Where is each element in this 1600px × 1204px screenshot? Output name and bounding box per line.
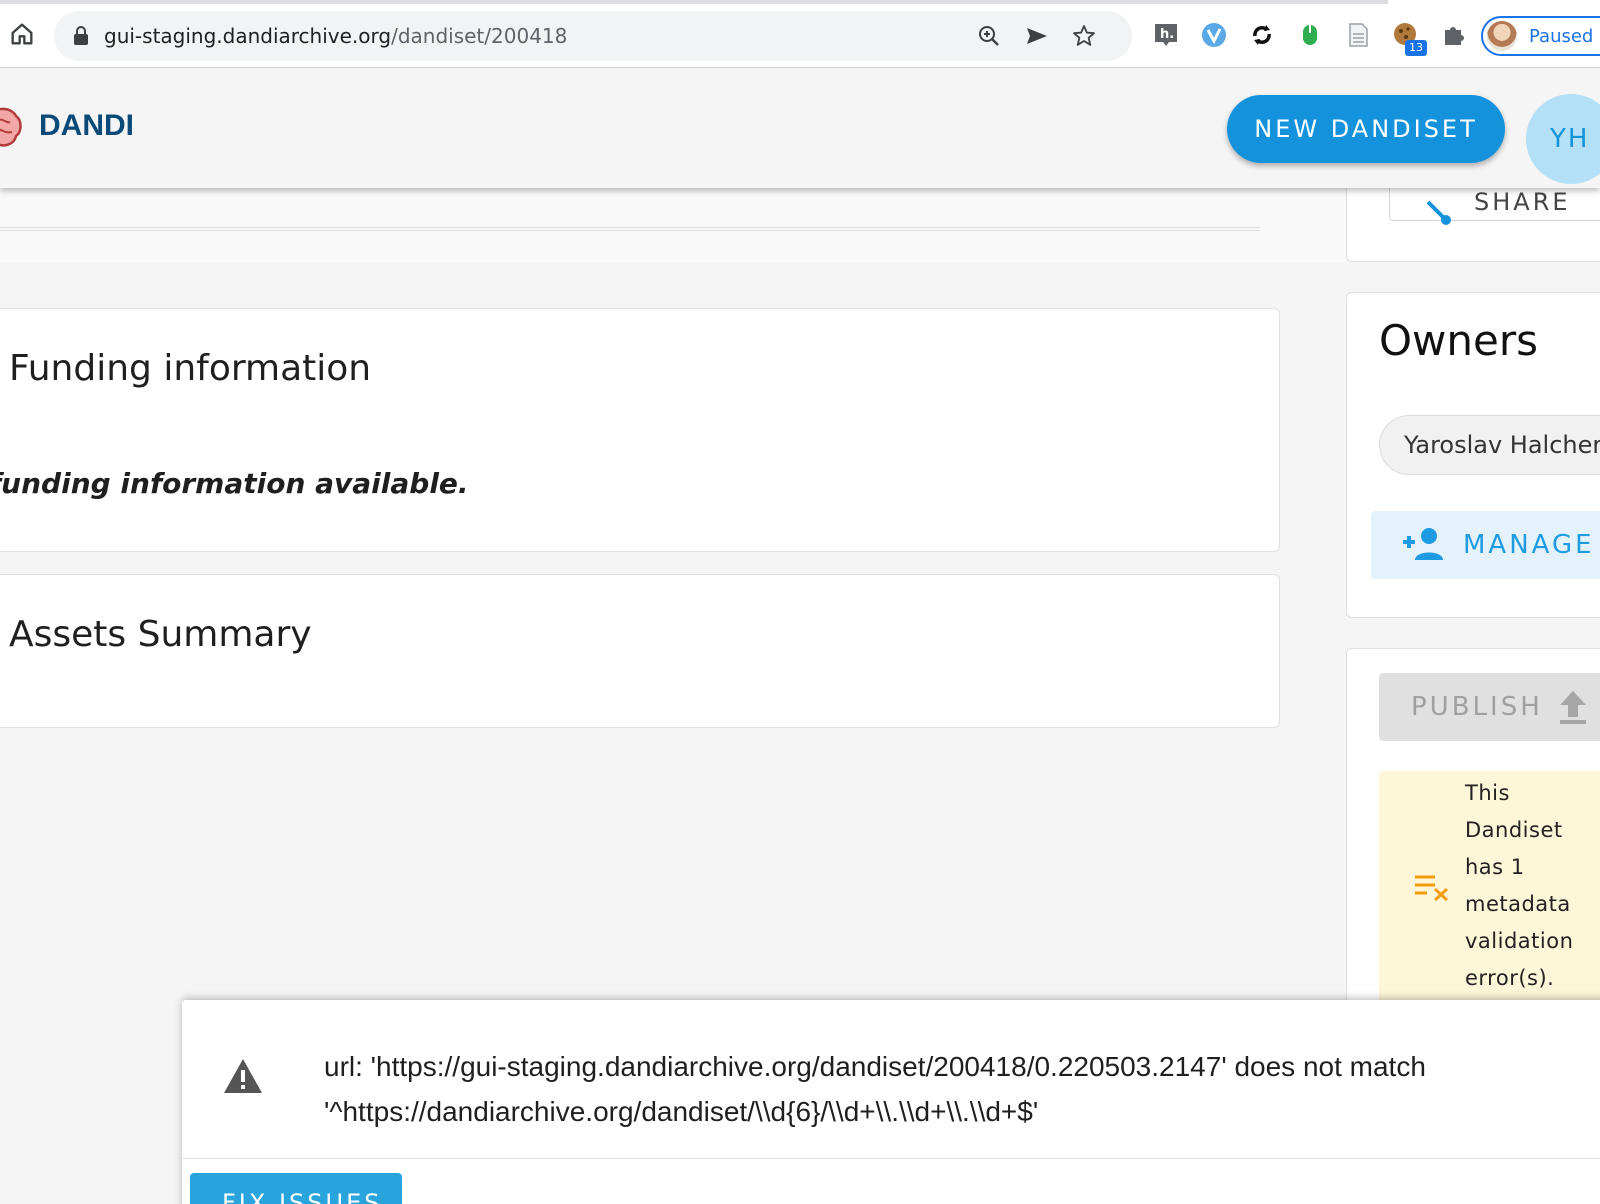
- profile-avatar: [1487, 21, 1517, 51]
- playlist-remove-icon: [1415, 875, 1449, 901]
- fix-issues-button[interactable]: FIX ISSUES: [190, 1173, 402, 1204]
- add-person-icon: [1403, 528, 1443, 560]
- hypothesis-extension-icon[interactable]: h.: [1152, 21, 1180, 49]
- home-icon[interactable]: [8, 20, 36, 48]
- funding-empty-note: funding information available.: [0, 467, 469, 500]
- extension-badge: 13: [1405, 40, 1427, 56]
- tab-strip-edge: [0, 0, 1388, 4]
- metadata-issues-panel: url: 'https://gui-staging.dandiarchive.o…: [182, 1000, 1600, 1204]
- assets-summary-card: Assets Summary: [0, 574, 1280, 728]
- url-host: gui-staging.dandiarchive.org: [104, 24, 392, 48]
- sync-extension-icon[interactable]: [1248, 21, 1276, 49]
- publish-button[interactable]: PUBLISH: [1379, 673, 1600, 741]
- content-header-strip: [0, 188, 1346, 262]
- profile-status: Paused: [1529, 26, 1594, 47]
- assets-summary-title: Assets Summary: [9, 614, 312, 655]
- brain-logo-icon[interactable]: [0, 106, 22, 150]
- funding-card: Funding information funding information …: [0, 308, 1280, 552]
- funding-title: Funding information: [9, 348, 372, 389]
- validation-alert[interactable]: This Dandiset has 1 metadata validation …: [1379, 771, 1600, 1011]
- new-dandiset-button[interactable]: NEW DANDISET: [1227, 95, 1505, 163]
- owner-name: Yaroslav Halchen: [1404, 431, 1600, 459]
- url-path: /dandiset/200418: [391, 24, 568, 48]
- issue-message: url: 'https://gui-staging.dandiarchive.o…: [324, 1051, 1426, 1127]
- bookmark-star-icon[interactable]: [1071, 23, 1097, 49]
- zoom-icon[interactable]: [976, 23, 1002, 49]
- owners-title: Owners: [1379, 316, 1539, 365]
- document-extension-icon[interactable]: [1344, 21, 1372, 49]
- profile-button[interactable]: Paused: [1481, 16, 1600, 56]
- browser-toolbar: gui-staging.dandiarchive.org/dandiset/20…: [0, 0, 1600, 68]
- send-icon[interactable]: [1024, 23, 1050, 49]
- svg-text:h.: h.: [1160, 27, 1174, 42]
- publish-label: PUBLISH: [1411, 692, 1543, 722]
- user-avatar[interactable]: YH: [1526, 94, 1600, 184]
- mouse-extension-icon[interactable]: [1296, 21, 1324, 49]
- address-bar[interactable]: gui-staging.dandiarchive.org/dandiset/20…: [54, 11, 1132, 61]
- divider: [0, 227, 1260, 231]
- upload-icon: [1560, 691, 1586, 724]
- app-header: DANDI NEW DANDISET YH: [0, 68, 1600, 188]
- lock-icon[interactable]: [72, 26, 90, 46]
- publish-card: PUBLISH This Dandiset has 1 metadata val…: [1346, 648, 1600, 1028]
- vimium-extension-icon[interactable]: [1200, 21, 1228, 49]
- owner-chip[interactable]: Yaroslav Halchen: [1379, 415, 1600, 475]
- share-label: SHARE: [1474, 188, 1571, 216]
- validation-message: This Dandiset has 1 metadata validation …: [1465, 781, 1574, 990]
- owners-card: Owners Yaroslav Halchen MANAGE O: [1346, 292, 1600, 618]
- brand-name[interactable]: DANDI: [39, 108, 134, 144]
- manage-owners-button[interactable]: MANAGE O: [1371, 511, 1600, 579]
- puzzle-extensions-icon[interactable]: [1440, 21, 1468, 49]
- url-text[interactable]: gui-staging.dandiarchive.org/dandiset/20…: [104, 24, 567, 48]
- warning-icon: [224, 1059, 262, 1093]
- manage-owners-label: MANAGE O: [1463, 530, 1600, 560]
- divider: [182, 1158, 1600, 1159]
- share-icon: [1426, 200, 1451, 225]
